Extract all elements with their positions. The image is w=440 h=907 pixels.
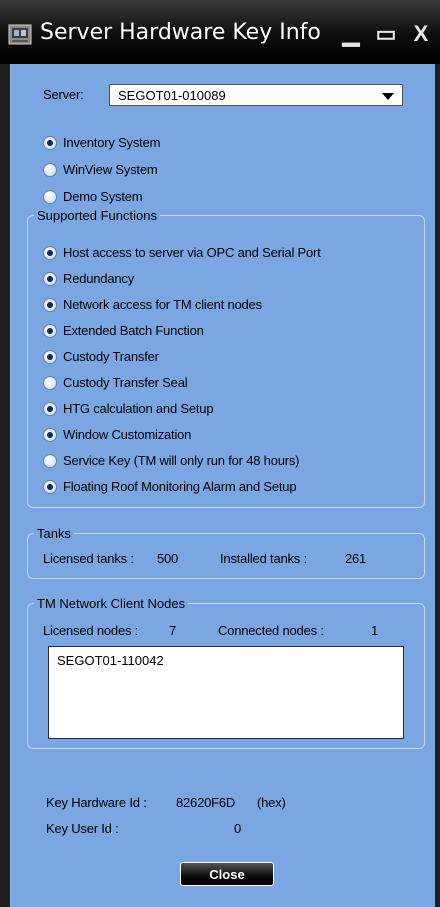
function-option[interactable]: Network access for TM client nodes: [43, 297, 413, 313]
nodes-title: TM Network Client Nodes: [34, 596, 189, 611]
radio-button[interactable]: [43, 190, 57, 204]
system-option[interactable]: Inventory System: [43, 135, 413, 151]
title-bar[interactable]: Server Hardware Key Info ▁ ▭ X: [0, 0, 440, 64]
function-label: Redundancy: [63, 271, 134, 286]
function-option[interactable]: Custody Transfer: [43, 349, 413, 365]
function-label: Custody Transfer: [63, 349, 159, 364]
server-select[interactable]: SEGOT01-010089: [109, 84, 403, 106]
function-option[interactable]: Service Key (TM will only run for 48 hou…: [43, 453, 413, 469]
licensed-nodes-value: 7: [169, 623, 177, 638]
nodes-listbox[interactable]: SEGOT01-110042: [48, 646, 404, 739]
key-user-id-label: Key User Id :: [46, 821, 119, 836]
maximize-icon: ▭: [375, 21, 397, 46]
system-option[interactable]: Demo System: [43, 189, 413, 205]
radio-button[interactable]: [43, 350, 57, 364]
close-icon: X: [413, 21, 429, 46]
function-option[interactable]: Host access to server via OPC and Serial…: [43, 245, 413, 261]
list-item[interactable]: SEGOT01-110042: [57, 653, 164, 668]
chevron-down-icon: [382, 93, 394, 100]
key-hardware-id-label: Key Hardware Id :: [46, 795, 147, 810]
system-label: Inventory System: [63, 135, 161, 150]
radio-button[interactable]: [43, 163, 57, 177]
function-label: Host access to server via OPC and Serial…: [63, 245, 321, 260]
function-label: Window Customization: [63, 427, 192, 442]
app-icon: [8, 24, 32, 45]
licensed-nodes-label: Licensed nodes :: [43, 623, 139, 638]
function-label: Network access for TM client nodes: [63, 297, 262, 312]
function-label: Floating Roof Monitoring Alarm and Setup: [63, 479, 297, 494]
installed-tanks-value: 261: [345, 551, 367, 566]
radio-button[interactable]: [43, 402, 57, 416]
function-option[interactable]: Floating Roof Monitoring Alarm and Setup: [43, 479, 413, 495]
system-label: Demo System: [63, 189, 143, 204]
installed-tanks-label: Installed tanks :: [220, 551, 307, 566]
licensed-tanks-value: 500: [157, 551, 179, 566]
system-label: WinView System: [63, 162, 158, 177]
radio-button[interactable]: [43, 246, 57, 260]
tanks-title: Tanks: [34, 526, 74, 541]
server-label: Server:: [43, 87, 84, 102]
radio-button[interactable]: [43, 428, 57, 442]
radio-button[interactable]: [43, 272, 57, 286]
close-window-button[interactable]: X: [407, 20, 435, 48]
function-option[interactable]: Custody Transfer Seal: [43, 375, 413, 391]
connected-nodes-label: Connected nodes :: [218, 623, 324, 638]
radio-button[interactable]: [43, 298, 57, 312]
radio-button[interactable]: [43, 136, 57, 150]
function-option[interactable]: Redundancy: [43, 271, 413, 287]
function-label: Extended Batch Function: [63, 323, 204, 338]
function-label: HTG calculation and Setup: [63, 401, 214, 416]
supported-functions-title: Supported Functions: [34, 208, 160, 223]
minimize-button[interactable]: ▁: [337, 20, 365, 48]
radio-button[interactable]: [43, 454, 57, 468]
connected-nodes-value: 1: [371, 623, 379, 638]
close-button[interactable]: Close: [180, 862, 274, 886]
radio-button[interactable]: [43, 376, 57, 390]
key-hardware-id-unit: (hex): [257, 795, 286, 810]
function-option[interactable]: Extended Batch Function: [43, 323, 413, 339]
radio-button[interactable]: [43, 480, 57, 494]
function-option[interactable]: HTG calculation and Setup: [43, 401, 413, 417]
function-label: Custody Transfer Seal: [63, 375, 188, 390]
maximize-button[interactable]: ▭: [372, 20, 400, 48]
licensed-tanks-label: Licensed tanks :: [43, 551, 134, 566]
key-hardware-id-value: 82620F6D: [176, 795, 236, 810]
function-label: Service Key (TM will only run for 48 hou…: [63, 453, 300, 468]
function-option[interactable]: Window Customization: [43, 427, 413, 443]
key-user-id-value: 0: [234, 821, 242, 836]
minimize-icon: ▁: [342, 21, 360, 46]
client-area: Server: SEGOT01-010089 Inventory System W…: [10, 64, 435, 907]
server-select-value: SEGOT01-010089: [118, 88, 226, 103]
system-option[interactable]: WinView System: [43, 162, 413, 178]
server-hardware-key-window: Server Hardware Key Info ▁ ▭ X Server: S…: [0, 0, 440, 907]
window-title: Server Hardware Key Info: [40, 20, 321, 45]
radio-button[interactable]: [43, 324, 57, 338]
